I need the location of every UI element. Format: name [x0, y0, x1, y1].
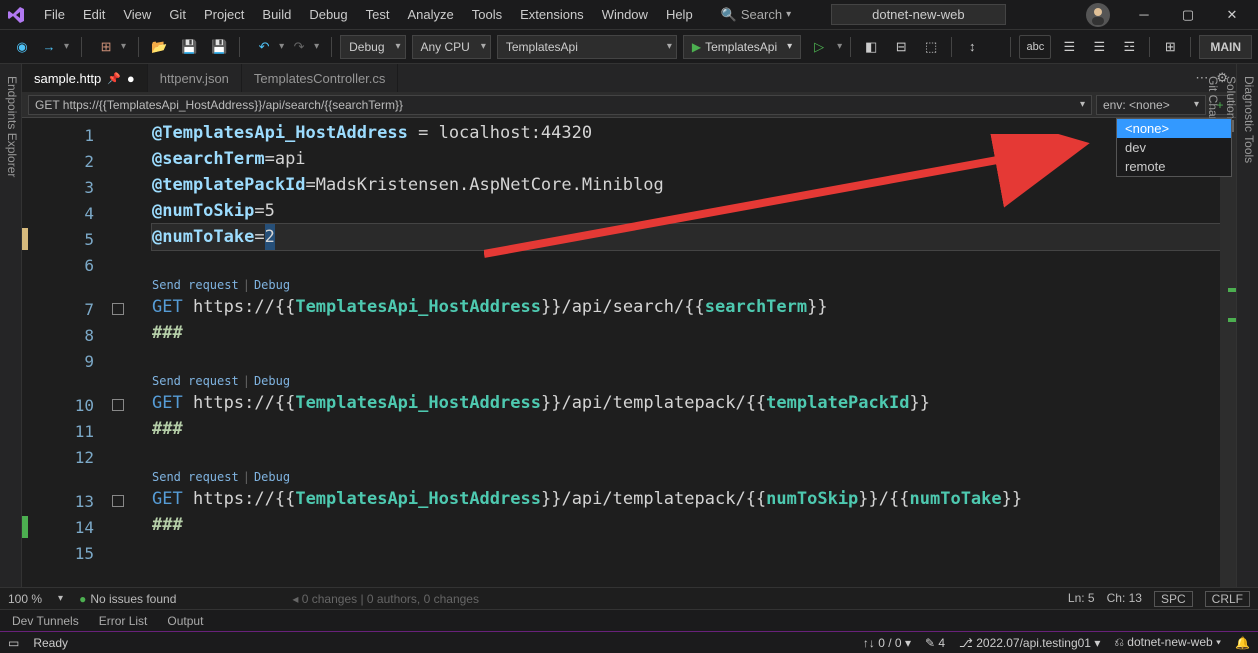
vs-status-bar: ▭ Ready ↑↓ 0 / 0 ▾ ✎ 4 ⎇ 2022.07/api.tes… — [0, 631, 1258, 653]
redo-button[interactable]: ↷ — [287, 35, 311, 59]
toolbar-right-2[interactable]: ☰ — [1087, 35, 1111, 59]
tab-httpenv-json[interactable]: httpenv.json — [148, 64, 242, 92]
git-pending[interactable]: ✎ 4 — [925, 636, 945, 650]
pin-icon[interactable]: 📌 — [107, 72, 121, 85]
tab-label: sample.http — [34, 71, 101, 86]
member-dropdown[interactable]: GET https://{{TemplatesApi_HostAddress}}… — [28, 95, 1092, 115]
toolbar-right-4[interactable]: ⊞ — [1158, 35, 1182, 59]
menu-test[interactable]: Test — [358, 3, 398, 26]
nav-infobar: GET https://{{TemplatesApi_HostAddress}}… — [22, 92, 1236, 118]
codelens-2[interactable]: Send request|Debug — [152, 372, 1220, 390]
main-toolbar: ◉ → ▾ ⊞ ▾ 📂 💾 💾 ↶ ▾ ↷ ▾ Debug Any CPU Te… — [0, 30, 1258, 64]
fold-icon[interactable] — [112, 399, 124, 411]
open-file-button[interactable]: 📂 — [147, 35, 171, 59]
bottom-tool-tabs: Dev Tunnels Error List Output — [0, 609, 1258, 631]
maximize-button[interactable]: ▢ — [1166, 1, 1210, 29]
scrollbar[interactable] — [1220, 118, 1236, 587]
line-number-gutter: 1 2 3 4 5 6 7 8 9 10 11 12 13 14 15 — [22, 118, 152, 587]
vs-logo-icon[interactable] — [4, 3, 28, 27]
left-sidebar[interactable]: Endpoints Explorer — [0, 64, 22, 587]
menu-tools[interactable]: Tools — [464, 3, 510, 26]
git-repo[interactable]: ⎇ 2022.07/api.testing01 ▾ — [959, 636, 1100, 650]
run-label: TemplatesApi — [705, 40, 777, 54]
close-button[interactable]: ✕ — [1210, 1, 1254, 29]
solution-name[interactable]: dotnet-new-web — [831, 4, 1006, 25]
platform-dropdown[interactable]: Any CPU — [412, 35, 491, 59]
search-icon: 🔍 — [721, 7, 737, 23]
diagnostic-tools-tab[interactable]: Diagnostic Tools — [1240, 70, 1258, 587]
menu-view[interactable]: View — [115, 3, 159, 26]
menu-git[interactable]: Git — [161, 3, 194, 26]
menu-debug[interactable]: Debug — [301, 3, 355, 26]
cursor-line: Ln: 5 — [1068, 591, 1095, 607]
run-no-debug-button[interactable]: ▷ — [807, 35, 831, 59]
tab-label: httpenv.json — [160, 71, 229, 86]
toolbar-icon-4[interactable]: ↕ — [960, 35, 984, 59]
nav-back-button[interactable]: ◉ — [10, 35, 34, 59]
menu-project[interactable]: Project — [196, 3, 252, 26]
menu-edit[interactable]: Edit — [75, 3, 113, 26]
search-box[interactable]: 🔍 Search ▾ — [713, 5, 799, 25]
issues-indicator[interactable]: No issues found — [79, 592, 176, 606]
ready-text: Ready — [33, 636, 68, 650]
modified-icon: ● — [127, 71, 135, 86]
branch-main-button[interactable]: MAIN — [1199, 35, 1252, 59]
code-text-area[interactable]: @TemplatesApi_HostAddress = localhost:44… — [152, 118, 1220, 587]
search-label: Search — [741, 7, 782, 22]
menu-extensions[interactable]: Extensions — [512, 3, 592, 26]
codelens-1[interactable]: Send request|Debug — [152, 276, 1220, 294]
code-editor[interactable]: 1 2 3 4 5 6 7 8 9 10 11 12 13 14 15 @T — [22, 118, 1236, 587]
toolbar-right-3[interactable]: ☲ — [1117, 35, 1141, 59]
env-option-remote[interactable]: remote — [1117, 157, 1231, 176]
editor-status-bar: 100 % ▾ No issues found ◂ 0 changes | 0 … — [0, 587, 1258, 609]
user-avatar[interactable] — [1086, 3, 1110, 27]
toolbar-icon-1[interactable]: ◧ — [859, 35, 883, 59]
menu-help[interactable]: Help — [658, 3, 701, 26]
env-dropdown[interactable]: env: <none> — [1096, 95, 1206, 115]
new-item-button[interactable]: ⊞ — [94, 35, 118, 59]
menu-window[interactable]: Window — [594, 3, 656, 26]
save-button[interactable]: 💾 — [177, 35, 201, 59]
status-icon: ▭ — [8, 636, 19, 650]
save-all-button[interactable]: 💾 — [207, 35, 231, 59]
tab-sample-http[interactable]: sample.http 📌 ● — [22, 64, 148, 92]
error-list-tab[interactable]: Error List — [91, 612, 156, 630]
git-sync[interactable]: ↑↓ 0 / 0 ▾ — [863, 636, 911, 650]
document-tabs: sample.http 📌 ● httpenv.json TemplatesCo… — [22, 64, 1236, 92]
minimize-button[interactable]: ─ — [1122, 1, 1166, 29]
codelens-3[interactable]: Send request|Debug — [152, 468, 1220, 486]
fold-icon[interactable] — [112, 303, 124, 315]
env-dropdown-list[interactable]: <none> dev remote — [1116, 118, 1232, 177]
menu-analyze[interactable]: Analyze — [399, 3, 461, 26]
run-button[interactable]: ▶TemplatesApi▾ — [683, 35, 801, 59]
dev-tunnels-tab[interactable]: Dev Tunnels — [4, 612, 87, 630]
nav-forward-button[interactable]: → — [37, 35, 61, 59]
changes-info[interactable]: ◂ 0 changes | 0 authors, 0 changes — [292, 592, 479, 606]
menu-build[interactable]: Build — [254, 3, 299, 26]
abc-button[interactable]: abc — [1019, 35, 1051, 59]
tab-label: TemplatesController.cs — [254, 71, 386, 86]
startup-dropdown[interactable]: TemplatesApi — [497, 35, 677, 59]
endpoints-explorer-tab[interactable]: Endpoints Explorer — [0, 70, 21, 183]
env-option-dev[interactable]: dev — [1117, 138, 1231, 157]
notifications-icon[interactable]: 🔔 — [1235, 636, 1250, 650]
undo-button[interactable]: ↶ — [252, 35, 276, 59]
toolbar-icon-3[interactable]: ⬚ — [919, 35, 943, 59]
right-sidebar: Diagnostic Tools Solution Explorer Git C… — [1236, 64, 1258, 587]
output-tab[interactable]: Output — [159, 612, 211, 630]
zoom-level[interactable]: 100 % — [8, 592, 42, 606]
fold-icon[interactable] — [112, 495, 124, 507]
config-dropdown[interactable]: Debug — [340, 35, 405, 59]
tab-templates-controller[interactable]: TemplatesController.cs — [242, 64, 399, 92]
cursor-col: Ch: 13 — [1107, 591, 1142, 607]
toolbar-right-1[interactable]: ☰ — [1057, 35, 1081, 59]
toolbar-icon-2[interactable]: ⊟ — [889, 35, 913, 59]
line-ending[interactable]: CRLF — [1205, 591, 1250, 607]
menu-file[interactable]: File — [36, 3, 73, 26]
env-option-none[interactable]: <none> — [1117, 119, 1231, 138]
title-bar: File Edit View Git Project Build Debug T… — [0, 0, 1258, 30]
whitespace-mode[interactable]: SPC — [1154, 591, 1193, 607]
git-branch[interactable]: ⎌ dotnet-new-web ▾ — [1114, 635, 1221, 650]
